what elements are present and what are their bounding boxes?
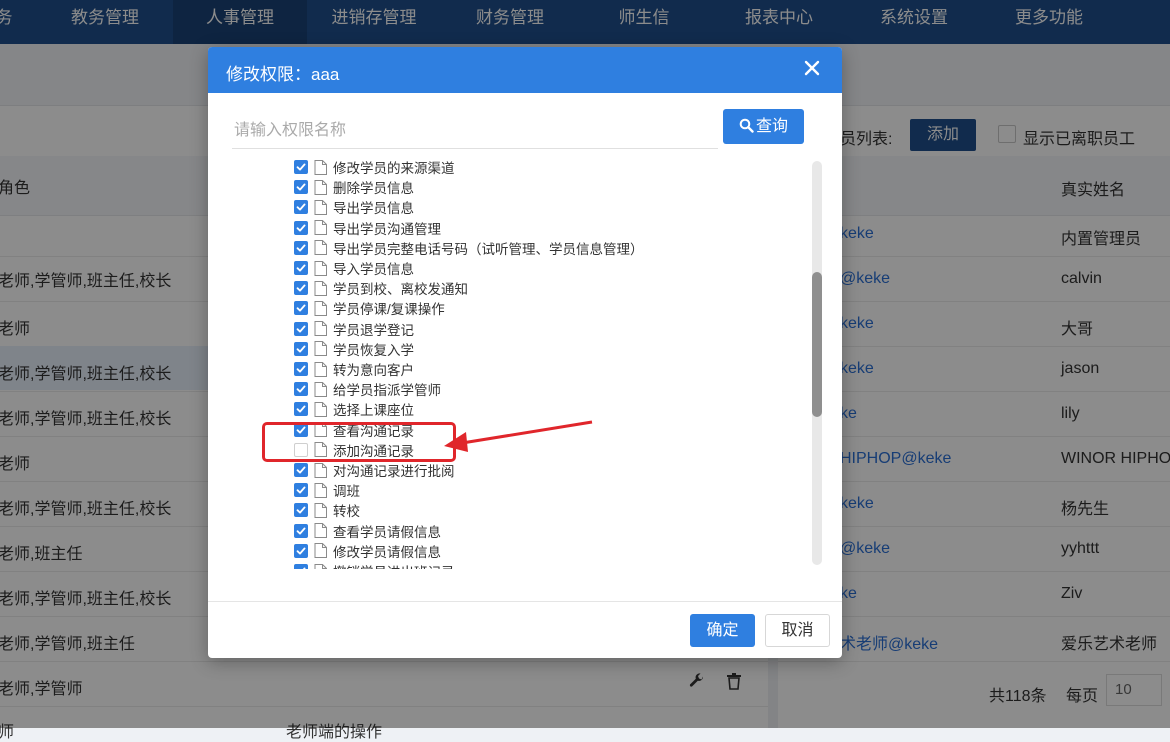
permission-label: 学员到校、离校发通知 [333, 282, 468, 298]
permission-label: 导入学员信息 [333, 262, 414, 277]
permission-label: 学员退学登记 [333, 322, 414, 338]
permission-item[interactable]: 导出学员完整电话号码（试听管理、学员信息管理） [294, 238, 644, 258]
permission-tree: 修改学员的来源渠道 删除学员信息 导出学员信息导出学员沟通管理导出学员完整电话号码（… [208, 159, 808, 569]
search-button[interactable]: 查询 [723, 109, 804, 144]
close-icon[interactable] [802, 58, 822, 78]
permission-item[interactable]: 删除学员信息 [294, 177, 414, 197]
document-icon [314, 381, 327, 397]
document-icon [314, 563, 327, 569]
permission-label: 转为意向客户 [333, 363, 414, 378]
permission-checkbox[interactable] [294, 564, 308, 569]
permission-checkbox[interactable] [294, 200, 308, 215]
annotation-highlight-box [262, 422, 456, 462]
permission-search-input[interactable] [232, 113, 718, 149]
permission-item[interactable]: 学员停课/复课操作 [294, 298, 445, 318]
permission-label: 导出学员完整电话号码（试听管理、学员信息管理） [333, 241, 644, 257]
permission-checkbox[interactable] [294, 301, 308, 316]
permission-checkbox[interactable] [294, 180, 308, 195]
permission-checkbox[interactable] [294, 261, 308, 275]
document-icon [314, 179, 327, 195]
annotation-arrow [444, 420, 593, 452]
permission-label: 调班 [333, 484, 360, 500]
edit-permissions-dialog: 修改权限：aaa 查询 修改学员的来源渠道删除学员信息导出学员信息导出学员沟通管… [208, 47, 842, 658]
permission-item[interactable]: 撤销学员进出班记录 [294, 561, 455, 569]
dialog-title: 修改权限：aaa [226, 65, 340, 84]
permission-checkbox[interactable] [294, 402, 308, 417]
permission-item[interactable]: 导入学员信息 [294, 258, 414, 278]
permission-item[interactable]: 转校 [294, 500, 360, 520]
permission-item[interactable]: 选择上课座位 [294, 399, 414, 419]
permission-label: 删除学员信息 [333, 181, 414, 197]
permission-checkbox[interactable] [294, 483, 308, 498]
permission-label: 转校 [333, 504, 360, 520]
document-icon [314, 159, 327, 175]
document-icon [314, 341, 327, 357]
permission-checkbox[interactable] [294, 503, 308, 518]
scrollbar-thumb[interactable] [812, 272, 822, 417]
permission-label: 导出学员沟通管理 [333, 221, 441, 237]
document-icon [314, 462, 327, 478]
permission-checkbox[interactable] [294, 321, 308, 336]
permission-checkbox[interactable] [294, 281, 308, 296]
permission-checkbox[interactable] [294, 240, 308, 255]
permission-checkbox[interactable] [294, 341, 308, 356]
permission-item[interactable]: 学员到校、离校发通知 [294, 278, 468, 298]
permission-item[interactable]: 转为意向客户 [294, 359, 414, 379]
permission-item[interactable]: 修改学员请假信息 [294, 541, 441, 561]
permission-label: 修改学员的来源渠道 [333, 161, 455, 176]
document-icon [314, 543, 327, 559]
permission-label: 给学员指派学管师 [333, 383, 441, 399]
permission-item[interactable]: 调班 [294, 480, 360, 500]
confirm-button[interactable]: 确定 [690, 614, 755, 647]
document-icon [314, 482, 327, 498]
permission-label: 选择上课座位 [333, 403, 414, 419]
permission-item[interactable]: 修改学员的来源渠道 [294, 159, 455, 177]
tree-scrollbar[interactable] [812, 161, 822, 565]
permission-checkbox[interactable] [294, 382, 308, 397]
permission-item[interactable]: 学员恢复入学 [294, 339, 414, 359]
document-icon [314, 300, 327, 316]
permission-label: 学员恢复入学 [333, 342, 414, 358]
permission-label: 学员停课/复课操作 [333, 302, 445, 318]
cancel-button[interactable]: 取消 [765, 614, 830, 647]
permission-label: 查看学员请假信息 [333, 524, 441, 540]
permission-checkbox[interactable] [294, 463, 308, 477]
document-icon [314, 502, 327, 518]
document-icon [314, 280, 327, 296]
document-icon [314, 401, 327, 417]
document-icon [314, 361, 327, 377]
permission-item[interactable]: 对沟通记录进行批阅 [294, 460, 455, 480]
permission-item[interactable]: 给学员指派学管师 [294, 379, 441, 399]
permission-label: 撤销学员进出班记录 [333, 561, 455, 569]
search-icon [739, 118, 756, 135]
permission-checkbox[interactable] [294, 543, 308, 558]
permission-label: 修改学员请假信息 [333, 544, 441, 560]
permission-item[interactable]: 查看学员请假信息 [294, 521, 441, 541]
document-icon [314, 523, 327, 539]
permission-item[interactable]: 导出学员沟通管理 [294, 218, 441, 238]
permission-label: 导出学员信息 [333, 201, 414, 217]
permission-label: 对沟通记录进行批阅 [333, 464, 455, 479]
dialog-footer: 确定 取消 [208, 601, 842, 658]
permission-checkbox[interactable] [294, 220, 308, 235]
permission-checkbox[interactable] [294, 362, 308, 376]
document-icon [314, 321, 327, 337]
document-icon [314, 240, 327, 256]
permission-checkbox[interactable] [294, 160, 308, 174]
permission-checkbox[interactable] [294, 523, 308, 538]
document-icon [314, 220, 327, 236]
search-button-label: 查询 [755, 118, 788, 135]
dialog-header: 修改权限：aaa [208, 47, 842, 93]
document-icon [314, 260, 327, 276]
permission-item[interactable]: 导出学员信息 [294, 197, 414, 217]
document-icon [314, 199, 327, 215]
permission-item[interactable]: 学员退学登记 [294, 319, 414, 339]
